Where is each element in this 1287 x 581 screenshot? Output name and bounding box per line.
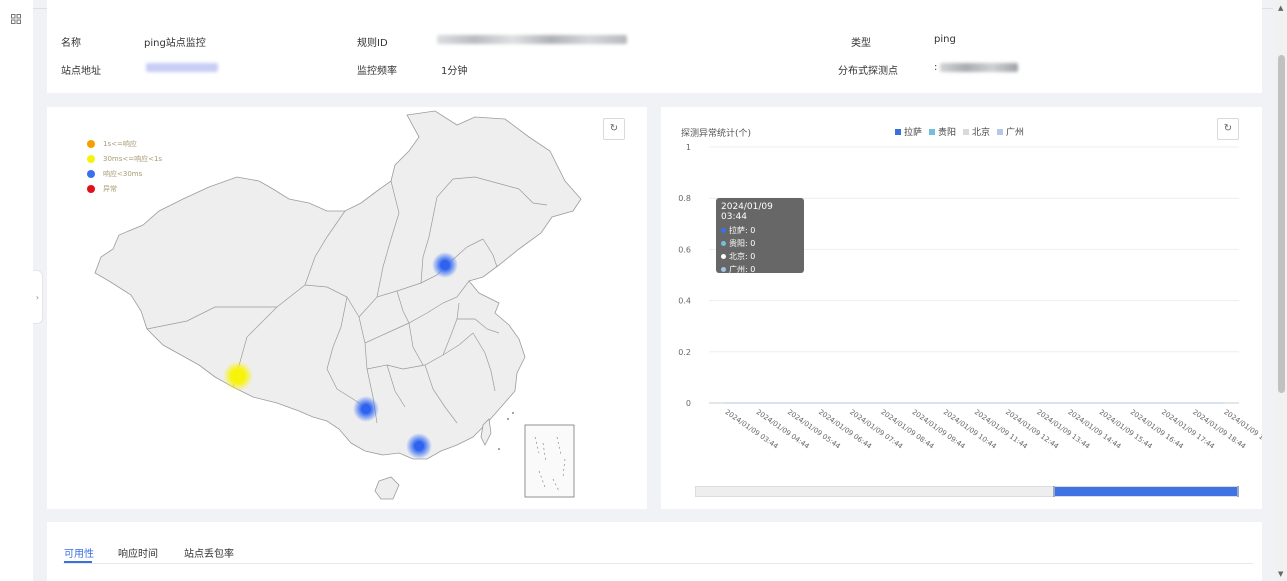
tooltip-row: 广州: 0 [721, 263, 799, 276]
app-grid-icon[interactable] [11, 14, 21, 24]
x-tick-label: 2024/01/09 16:44 [1129, 408, 1185, 451]
y-tick-label: 0.4 [678, 297, 691, 306]
y-tick-label: 0.2 [678, 348, 691, 357]
scroll-down-icon[interactable]: ▼ [1278, 570, 1283, 578]
legend-label: 响应<30ms [103, 170, 143, 178]
x-tick-label: 2024/01/09 18:44 [1191, 408, 1247, 451]
x-tick-label: 2024/01/09 12:44 [1004, 408, 1060, 451]
name-label: 名称 [61, 38, 81, 49]
map-legend: 1s<=响应 30ms<=响应<1s 响应<30ms 异常 [87, 137, 162, 197]
x-tick-label: 2024/01/09 09:44 [910, 408, 966, 451]
frequency-value: 1分钟 [441, 66, 468, 77]
tooltip-row: 北京: 0 [721, 250, 799, 263]
distributed-probe-prefix: : [934, 62, 938, 73]
distributed-probe-redacted [940, 63, 1018, 72]
chart-card: 探测异常统计(个) 拉萨 贵阳 北京 广州 ↻ 0 0.2 0.4 0.6 0.8 1 20… [661, 107, 1262, 509]
x-tick-label: 2024/01/09 03:44 [723, 408, 779, 451]
sea-dots [498, 412, 514, 450]
legend-dot-icon [87, 170, 95, 178]
tab-packet-loss[interactable]: 站点丢包率 [184, 545, 234, 560]
site-address-label: 站点地址 [61, 66, 101, 77]
frequency-label: 监控频率 [357, 66, 397, 77]
type-label: 类型 [851, 38, 871, 49]
tooltip-dot-icon [721, 241, 726, 246]
data-zoom-handle-left[interactable] [1053, 486, 1055, 497]
x-tick-label: 2024/01/09 08:44 [879, 408, 935, 451]
tabs-divider [63, 563, 1253, 564]
scroll-up-icon[interactable]: ▲ [1278, 4, 1283, 12]
data-zoom-slider[interactable] [695, 486, 1239, 497]
lhasa-marker [223, 361, 253, 391]
map-legend-item[interactable]: 响应<30ms [87, 167, 162, 181]
rule-id-redacted [437, 35, 627, 44]
name-value: ping站点监控 [144, 38, 206, 49]
legend-dot-icon [87, 185, 95, 193]
y-tick-label: 0.8 [678, 194, 691, 203]
tab-availability[interactable]: 可用性 [64, 545, 94, 560]
metrics-tabs-card: 可用性 响应时间 站点丢包率 [47, 522, 1262, 581]
tooltip-row-label: 广州: 0 [729, 265, 756, 274]
type-value: ping [934, 34, 956, 45]
legend-label: 30ms<=响应<1s [103, 155, 163, 163]
left-rail [0, 0, 33, 581]
map-legend-item[interactable]: 1s<=响应 [87, 137, 162, 151]
x-tick-label: 2024/01/09 07:44 [848, 408, 904, 451]
distributed-probe-label: 分布式探测点 [838, 66, 898, 77]
scrollbar-thumb[interactable] [1278, 55, 1285, 393]
x-tick-label: 2024/01/09 05:44 [786, 408, 842, 451]
x-tick-label: 2024/01/09 10:44 [942, 408, 998, 451]
x-tick-label: 2024/01/09 15:44 [1098, 408, 1154, 451]
tooltip-dot-icon [721, 228, 726, 233]
legend-label: 异常 [103, 185, 117, 193]
legend-dot-icon [87, 140, 95, 148]
map-legend-item[interactable]: 异常 [87, 182, 162, 196]
tooltip-row-label: 拉萨: 0 [729, 226, 756, 235]
site-address-redacted [146, 63, 218, 72]
data-zoom-handle-right[interactable] [1237, 486, 1239, 497]
x-tick-label: 2024/01/09 04:44 [755, 408, 811, 451]
china-outline [94, 110, 582, 460]
chevron-right-icon: › [35, 292, 40, 302]
guangzhou-marker [406, 433, 432, 459]
tooltip-title: 2024/01/09 03:44 [721, 202, 773, 222]
south-sea-inset [524, 424, 575, 498]
x-tick-label: 2024/01/09 17:44 [1160, 408, 1216, 451]
tooltip-dot-icon [721, 254, 726, 259]
hainan-shape [374, 476, 400, 500]
tooltip-row-label: 贵阳: 0 [729, 239, 756, 248]
tooltip-row: 贵阳: 0 [721, 237, 799, 250]
rule-info-card: 名称 ping站点监控 规则ID 类型 ping 站点地址 监控频率 1分钟 分… [47, 0, 1262, 93]
x-tick-label: 2024/01/09 13:44 [1035, 408, 1091, 451]
x-tick-label: 2024/01/09 11:44 [973, 408, 1029, 451]
y-tick-label: 0 [686, 399, 691, 408]
chart-plot: 00.20.40.60.812024/01/09 03:442024/01/09… [678, 143, 1262, 451]
guiyang-marker [353, 396, 379, 422]
y-tick-label: 0.6 [678, 245, 691, 254]
tab-response-time[interactable]: 响应时间 [118, 545, 158, 560]
sidebar-expand-handle[interactable]: › [33, 270, 43, 324]
rule-id-label: 规则ID [357, 38, 388, 49]
legend-label: 1s<=响应 [103, 140, 137, 148]
map-legend-item[interactable]: 30ms<=响应<1s [87, 152, 162, 166]
legend-dot-icon [87, 155, 95, 163]
page-scrollbar[interactable]: ▲ ▼ [1276, 0, 1287, 581]
tooltip-row: 拉萨: 0 [721, 224, 799, 237]
beijing-marker [432, 252, 458, 278]
x-tick-label: 2024/01/09 14:44 [1066, 408, 1122, 451]
map-card: ↻ 1s<=响应 30ms<=响应<1s 响应<30ms 异常 [47, 107, 647, 509]
tooltip-dot-icon [721, 267, 726, 272]
x-tick-label: 2024/01/09 06:44 [817, 408, 873, 451]
data-zoom-range[interactable] [1054, 487, 1239, 496]
y-tick-label: 1 [686, 143, 691, 152]
tooltip-row-label: 北京: 0 [729, 252, 756, 261]
chart-tooltip: 2024/01/09 03:44 拉萨: 0 贵阳: 0 北京: 0 广州: 0 [716, 198, 804, 276]
